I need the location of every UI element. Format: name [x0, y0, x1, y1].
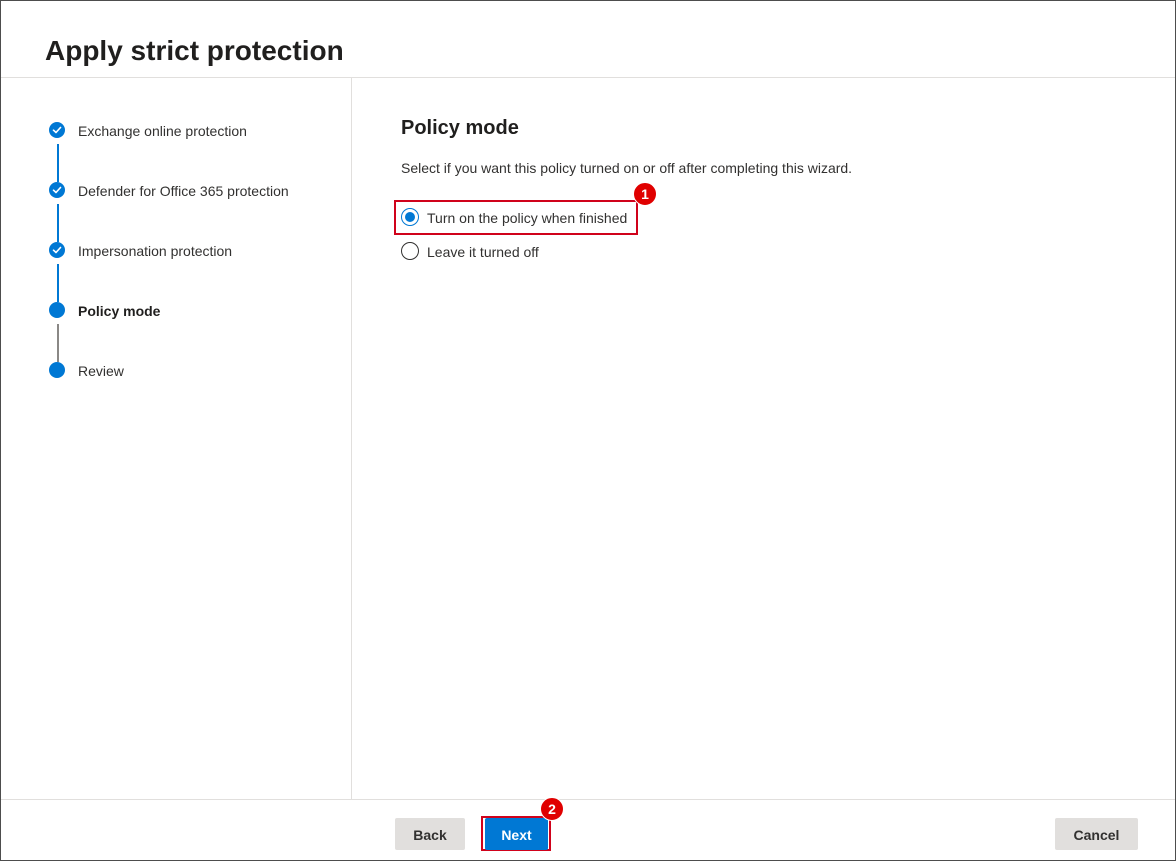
step-connector — [57, 264, 59, 302]
back-button[interactable]: Back — [395, 818, 465, 850]
wizard-window: Apply strict protection Exchange online … — [0, 0, 1176, 861]
step-policy-mode: Policy mode — [49, 301, 349, 321]
step-label: Exchange online protection — [78, 123, 247, 139]
radio-label: Turn on the policy when finished — [427, 210, 628, 226]
step-connector — [57, 144, 59, 182]
radio-label: Leave it turned off — [427, 244, 539, 260]
step-exchange-online-protection[interactable]: Exchange online protection — [49, 121, 349, 141]
section-description: Select if you want this policy turned on… — [401, 160, 853, 176]
step-connector — [57, 204, 59, 242]
callout-badge-2: 2 — [540, 797, 564, 821]
radio-leave-off[interactable]: Leave it turned off — [401, 242, 801, 262]
step-label: Policy mode — [78, 303, 161, 319]
dot-icon — [49, 362, 65, 378]
radio-turn-on-policy[interactable]: Turn on the policy when finished — [401, 208, 801, 228]
callout-badge-1: 1 — [633, 182, 657, 206]
step-label: Impersonation protection — [78, 243, 233, 259]
step-label: Defender for Office 365 protection — [78, 183, 289, 199]
wizard-footer: Back Next Cancel — [1, 799, 1175, 861]
step-label: Review — [78, 363, 124, 379]
checkmark-icon — [49, 242, 65, 258]
checkmark-icon — [49, 182, 65, 198]
checkmark-icon — [49, 122, 65, 138]
page-title: Apply strict protection — [45, 35, 344, 66]
radio-button-selected[interactable] — [401, 208, 419, 226]
section-heading: Policy mode — [401, 117, 519, 139]
step-impersonation-protection[interactable]: Impersonation protection — [49, 241, 349, 261]
radio-button[interactable] — [401, 242, 419, 260]
wizard-steps-nav: Exchange online protection Defender for … — [1, 78, 352, 799]
step-review: Review — [49, 361, 349, 381]
dot-icon — [49, 302, 65, 318]
wizard-header: Apply strict protection — [1, 1, 1175, 78]
step-connector — [57, 324, 59, 362]
step-defender-protection[interactable]: Defender for Office 365 protection — [49, 181, 349, 201]
cancel-button[interactable]: Cancel — [1055, 818, 1138, 850]
next-button[interactable]: Next — [485, 818, 548, 850]
